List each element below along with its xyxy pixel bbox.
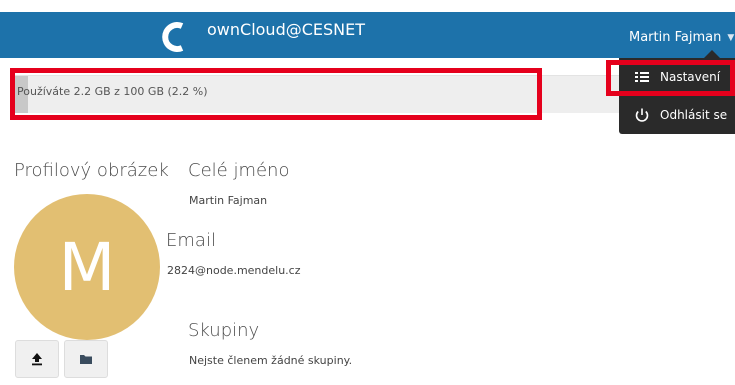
top-strip	[0, 0, 735, 12]
user-dropdown-menu: Nastavení Odhlásit se	[619, 58, 735, 134]
menu-item-settings-label: Nastavení	[660, 70, 721, 84]
avatar: M	[14, 194, 160, 340]
upload-button[interactable]	[15, 340, 59, 378]
folder-icon	[80, 355, 92, 364]
email-value[interactable]: 2824@node.mendelu.cz	[167, 264, 301, 277]
list-icon	[635, 72, 649, 82]
power-icon	[635, 108, 649, 122]
menu-item-settings[interactable]: Nastavení	[619, 62, 735, 92]
full-name-value[interactable]: Martin Fajman	[189, 194, 267, 207]
dropdown-arrow	[704, 50, 720, 58]
user-name[interactable]: Martin Fajman	[629, 30, 721, 45]
menu-item-logout-label: Odhlásit se	[660, 108, 728, 122]
menu-item-logout[interactable]: Odhlásit se	[619, 100, 735, 130]
owncloud-logo-icon[interactable]	[158, 20, 192, 54]
full-name-label: Celé jméno	[188, 160, 290, 181]
choose-from-files-button[interactable]	[64, 340, 108, 378]
chevron-down-icon[interactable]: ▼	[727, 33, 734, 43]
user-menu-toggle[interactable]: Martin Fajman ▼	[629, 30, 734, 45]
top-header	[0, 12, 735, 58]
profile-picture-label: Profilový obrázek	[14, 160, 169, 181]
quota-text: Používáte 2.2 GB z 100 GB (2.2 %)	[17, 85, 208, 98]
upload-icon	[32, 353, 42, 366]
groups-value: Nejste členem žádné skupiny.	[189, 354, 353, 367]
brand-title: ownCloud@CESNET	[207, 20, 366, 39]
email-label: Email	[166, 230, 216, 251]
avatar-letter: M	[58, 228, 116, 306]
groups-label: Skupiny	[188, 320, 260, 341]
